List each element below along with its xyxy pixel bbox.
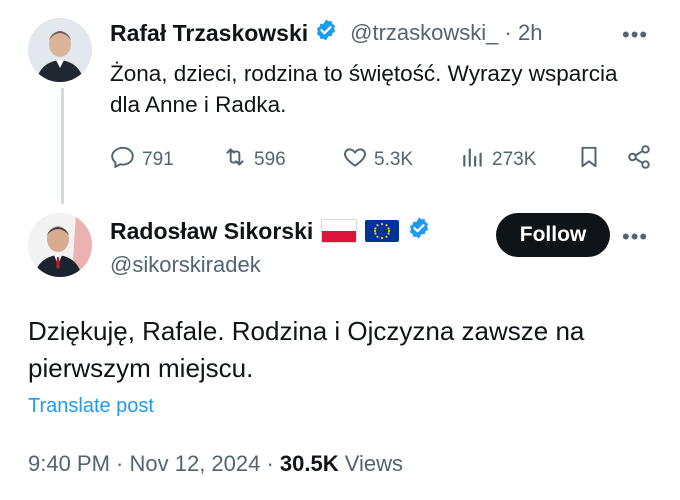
parent-author-handle[interactable]: @trzaskowski_ · 2h bbox=[350, 20, 542, 46]
tweet-views-label: Views bbox=[344, 451, 404, 476]
analytics-icon bbox=[460, 144, 486, 176]
parent-more-icon[interactable]: ••• bbox=[622, 22, 648, 48]
tweet-meta: 9:40 PM · Nov 12, 2024 · 30.5K Views bbox=[28, 451, 403, 477]
repost-icon bbox=[222, 144, 248, 176]
repost-button[interactable]: 596 bbox=[222, 144, 286, 176]
main-author-row: Radosław Sikorski bbox=[110, 216, 431, 246]
heart-icon bbox=[342, 144, 368, 176]
dot-separator: · bbox=[504, 20, 518, 45]
poland-flag-icon bbox=[321, 219, 358, 243]
main-tweet-text: Dziękuję, Rafale. Rodzina i Ojczyzna zaw… bbox=[28, 316, 585, 383]
avatar-sikorski[interactable] bbox=[28, 213, 92, 277]
main-author-name[interactable]: Radosław Sikorski bbox=[110, 218, 313, 245]
main-more-icon[interactable]: ••• bbox=[622, 224, 648, 250]
verified-badge-icon bbox=[407, 216, 431, 246]
repost-count: 596 bbox=[254, 149, 286, 170]
tweet-timestamp[interactable]: 9:40 PM · Nov 12, 2024 · bbox=[28, 451, 280, 476]
parent-time[interactable]: 2h bbox=[518, 20, 542, 45]
parent-action-bar: 791 596 5.3K 273K bbox=[110, 144, 658, 176]
share-icon bbox=[626, 144, 652, 176]
eu-flag-icon bbox=[365, 220, 400, 242]
follow-button[interactable]: Follow bbox=[496, 213, 610, 257]
bookmark-button[interactable] bbox=[576, 144, 602, 176]
views-button[interactable]: 273K bbox=[460, 144, 536, 176]
parent-tweet-text: Żona, dzieci, rodzina to świętość. Wyraz… bbox=[110, 61, 618, 117]
reply-button[interactable]: 791 bbox=[110, 144, 174, 176]
views-count: 273K bbox=[492, 149, 537, 170]
reply-icon bbox=[110, 144, 136, 176]
bookmark-icon bbox=[576, 144, 602, 176]
reply-count: 791 bbox=[142, 149, 174, 170]
thread-line bbox=[61, 88, 64, 204]
main-author-handle[interactable]: @sikorskiradek bbox=[110, 252, 261, 278]
avatar-trzaskowski[interactable] bbox=[28, 18, 92, 82]
share-button[interactable] bbox=[626, 144, 652, 176]
verified-badge-icon bbox=[314, 18, 338, 48]
translate-post-link[interactable]: Translate post bbox=[28, 395, 154, 418]
tweet-views-count: 30.5K bbox=[279, 451, 339, 476]
parent-author-row: Rafał Trzaskowski @trzaskowski_ · 2h bbox=[110, 18, 542, 48]
like-button[interactable]: 5.3K bbox=[342, 144, 413, 176]
parent-handle-text: @trzaskowski_ bbox=[350, 20, 499, 45]
like-count: 5.3K bbox=[374, 149, 414, 170]
parent-author-name[interactable]: Rafał Trzaskowski bbox=[110, 20, 308, 47]
